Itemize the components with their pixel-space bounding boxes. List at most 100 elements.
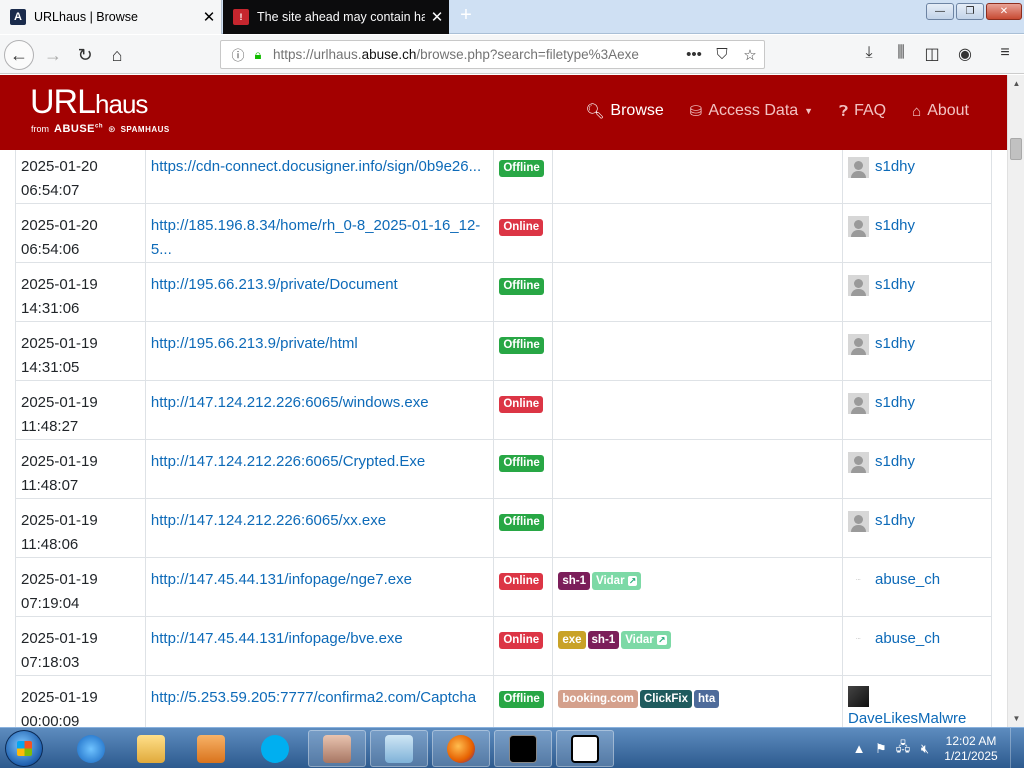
malware-url-link[interactable]: http://147.124.212.226:6065/xx.exe — [151, 512, 386, 529]
tag-badge[interactable]: Vidar ↗ — [621, 631, 671, 649]
tab-urlhaus[interactable]: A URLhaus | Browse ✕ — [0, 0, 222, 34]
taskbar-app-people[interactable] — [308, 730, 366, 767]
avatar — [848, 510, 869, 532]
action-center-icon[interactable]: ⚑ — [870, 741, 892, 757]
malware-url-link[interactable]: http://147.45.44.131/infopage/nge7.exe — [151, 571, 412, 588]
new-tab-button[interactable]: + — [454, 4, 478, 28]
status-cell: Offline — [493, 439, 554, 499]
skype-icon — [261, 734, 289, 763]
page-scrollbar[interactable]: ▲ ▼ — [1007, 75, 1024, 727]
close-tab-icon[interactable]: ✕ — [197, 8, 221, 26]
taskbar-cmd[interactable] — [494, 730, 552, 767]
avatar — [848, 451, 869, 473]
nav-access-data[interactable]: ⛁ Access Data ▼ — [690, 102, 813, 120]
tag-badge[interactable]: sh-1 — [587, 631, 620, 649]
taskbar-media-player[interactable] — [182, 730, 240, 767]
scroll-down-icon[interactable]: ▼ — [1008, 710, 1024, 727]
forward-button[interactable]: → — [38, 40, 68, 70]
url-cell: http://5.253.59.205:7777/confirma2.com/C… — [144, 675, 495, 727]
malware-url-link[interactable]: http://147.45.44.131/infopage/bve.exe — [151, 630, 403, 647]
taskbar-firefox[interactable] — [432, 730, 490, 767]
malware-url-link[interactable]: http://147.124.212.226:6065/Crypted.Exe — [151, 453, 425, 470]
taskbar-app-notes[interactable] — [370, 730, 428, 767]
malware-url-link[interactable]: http://147.124.212.226:6065/windows.exe — [151, 394, 429, 411]
arrow-right-icon: → — [44, 44, 62, 65]
tag-badge[interactable]: ClickFix — [639, 690, 693, 708]
table-row: 2025-01-19 11:48:06 http://147.124.212.226… — [15, 498, 992, 558]
network-icon[interactable]: 🖧︎ — [892, 738, 914, 760]
reporter-link[interactable]: s1dhy — [875, 391, 915, 415]
tags-cell — [552, 498, 843, 558]
tag-badge[interactable]: Vidar ↗ — [592, 572, 642, 590]
malware-url-link[interactable]: https://cdn-connect.docusigner.info/sign… — [151, 158, 481, 175]
arrow-left-icon: ← — [10, 44, 28, 65]
reporter-link[interactable]: s1dhy — [875, 450, 915, 474]
reporter-link[interactable]: s1dhy — [875, 214, 915, 238]
nav-faq[interactable]: ❓︎ FAQ — [839, 102, 886, 120]
info-icon[interactable]: ⓘ — [227, 45, 249, 64]
pocket-icon[interactable]: ⛉ — [708, 46, 736, 63]
question-icon: ❓︎ — [839, 102, 849, 120]
malware-url-link[interactable]: http://5.253.59.205:7777/confirma2.com/C… — [151, 689, 476, 706]
close-tab-icon[interactable]: ✕ — [425, 8, 449, 26]
reporter-link[interactable]: abuse_ch — [875, 568, 940, 592]
malware-url-link[interactable]: http://195.66.213.9/private/html — [151, 335, 358, 352]
reporter-link[interactable]: DaveLikesMalwre — [848, 707, 966, 727]
reporter-link[interactable]: s1dhy — [875, 273, 915, 297]
reload-button[interactable]: ↻ — [70, 40, 100, 70]
nav-browse[interactable]: 🔍︎ Browse — [585, 102, 663, 120]
tag-badge[interactable]: exe — [558, 631, 586, 649]
external-link-icon: ↗ — [627, 576, 638, 586]
address-bar[interactable]: ⓘ 🔒︎ https://urlhaus.abuse.ch/browse.php… — [220, 40, 765, 69]
malware-url-link[interactable]: http://185.196.8.34/home/rh_0-8_2025-01-… — [151, 217, 480, 258]
volume-muted-icon[interactable]: 🔇︎ — [914, 741, 936, 757]
url-cell: http://195.66.213.9/private/Document — [144, 262, 495, 322]
taskbar-skype[interactable] — [246, 730, 304, 767]
page-actions-icon[interactable]: ••• — [680, 46, 708, 63]
reporter-cell: ⋯ abuse_ch — [842, 557, 992, 617]
reporter-link[interactable]: s1dhy — [875, 509, 915, 533]
url-cell: http://147.45.44.131/infopage/nge7.exe — [144, 557, 495, 617]
tab-warning[interactable]: ! The site ahead may contain ha ✕ — [223, 0, 449, 34]
avatar — [848, 156, 869, 178]
download-icon[interactable]: ⤓ — [857, 44, 881, 66]
status-cell: Online — [493, 380, 554, 440]
nav-about[interactable]: ⌂ About — [912, 102, 969, 120]
database-icon: ⛁ — [689, 103, 703, 120]
reporter-link[interactable]: s1dhy — [875, 155, 915, 179]
sidebar-icon[interactable]: ◫ — [920, 44, 944, 66]
tag-badge[interactable]: booking.com — [558, 690, 638, 708]
close-window-button[interactable]: ✕ — [986, 3, 1022, 20]
reporter-link[interactable]: abuse_ch — [875, 627, 940, 651]
maximize-button[interactable]: ❐ — [956, 3, 984, 20]
tags-cell — [552, 321, 843, 381]
url-text[interactable]: https://urlhaus.abuse.ch/browse.php?sear… — [273, 47, 680, 62]
7zip-icon — [571, 734, 599, 763]
clock[interactable]: 12:02 AM 1/21/2025 — [936, 734, 1006, 764]
avatar: ⋯ — [848, 628, 869, 650]
urlhaus-logo[interactable]: URLhaus — [30, 84, 148, 122]
scroll-thumb[interactable] — [1010, 138, 1022, 160]
malware-url-link[interactable]: http://195.66.213.9/private/Document — [151, 276, 398, 293]
show-desktop-button[interactable] — [1010, 728, 1024, 768]
bookmark-star-icon[interactable]: ☆ — [736, 46, 764, 64]
show-hidden-icons-icon[interactable]: ▲ — [848, 741, 870, 756]
minimize-button[interactable]: — — [926, 3, 954, 20]
taskbar-explorer[interactable] — [122, 730, 180, 767]
reporter-link[interactable]: s1dhy — [875, 332, 915, 356]
back-button[interactable]: ← — [4, 40, 34, 70]
library-icon[interactable]: ⫼ — [889, 44, 913, 66]
start-button[interactable] — [5, 730, 43, 767]
tags-cell — [552, 380, 843, 440]
table-row: 2025-01-20 06:54:07 https://cdn-connect.do… — [15, 150, 992, 204]
taskbar-ie[interactable] — [62, 730, 120, 767]
internet-explorer-icon — [77, 734, 105, 763]
tag-badge[interactable]: sh-1 — [558, 572, 590, 590]
taskbar-7zip[interactable] — [556, 730, 614, 767]
account-icon[interactable]: ◉ — [953, 44, 977, 66]
lock-icon[interactable]: 🔒︎ — [249, 47, 267, 63]
scroll-up-icon[interactable]: ▲ — [1008, 75, 1024, 92]
menu-icon[interactable]: ≡ — [993, 44, 1017, 66]
tag-badge[interactable]: hta — [694, 690, 720, 708]
home-button[interactable]: ⌂ — [102, 40, 132, 70]
